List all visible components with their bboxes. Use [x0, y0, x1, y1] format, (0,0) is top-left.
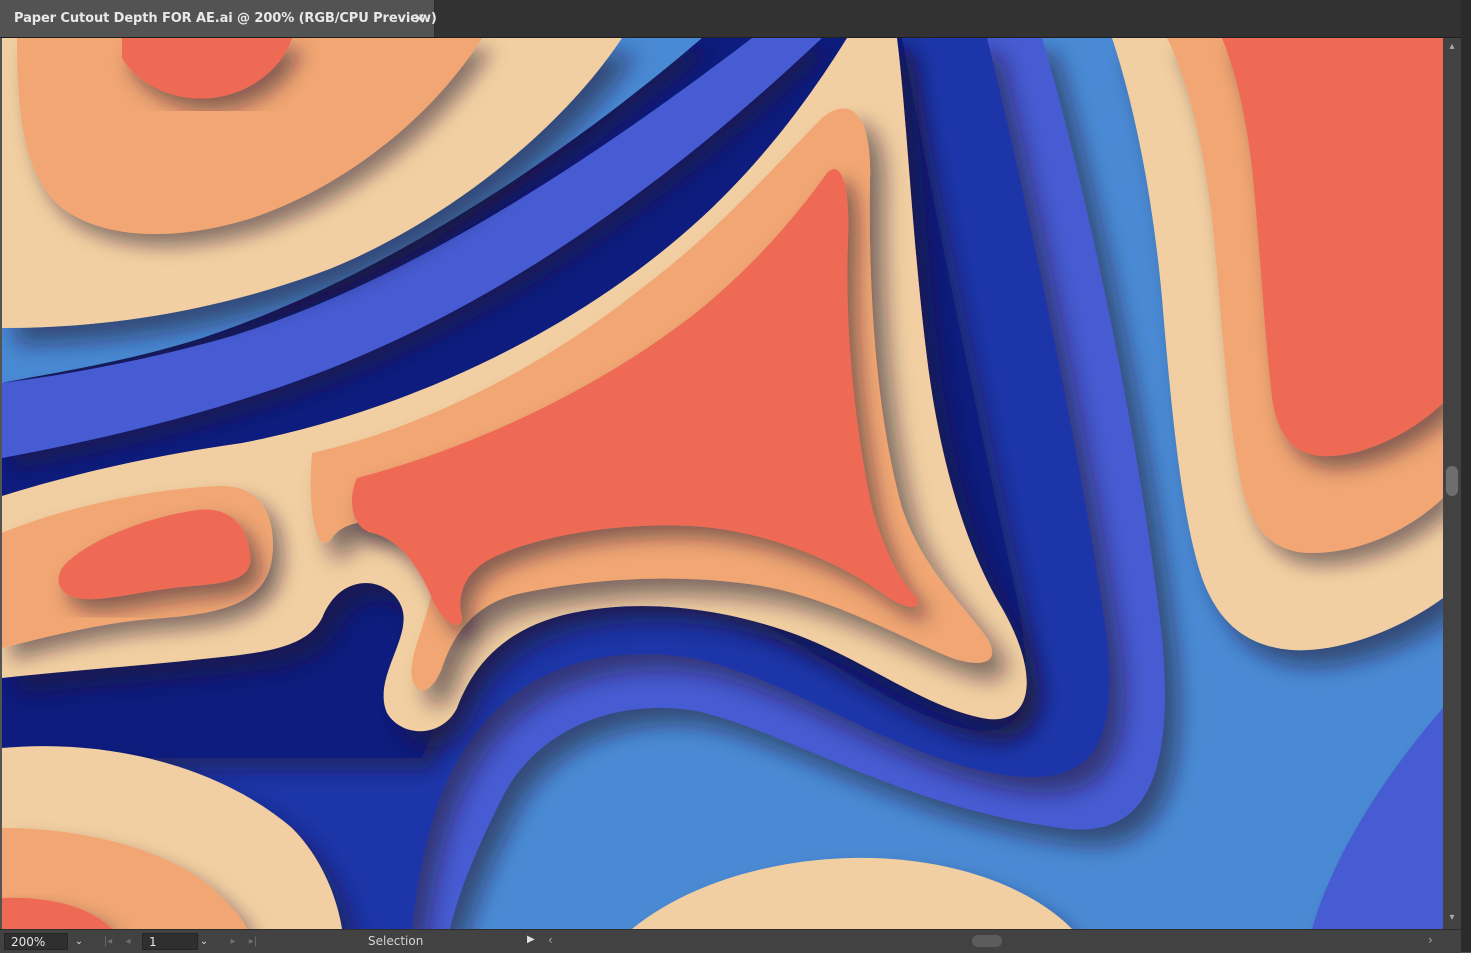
horizontal-scroll-thumb[interactable]: [972, 935, 1002, 947]
horizontal-scrollbar[interactable]: ‹ ›: [544, 931, 1443, 951]
next-page-icon[interactable]: ▸: [226, 934, 240, 950]
chevron-right-icon[interactable]: ›: [1428, 933, 1433, 947]
artboard-canvas[interactable]: [2, 38, 1443, 929]
chevron-down-icon[interactable]: ⌄: [196, 934, 212, 950]
close-icon[interactable]: ×: [413, 9, 426, 27]
first-page-icon[interactable]: |◂: [101, 934, 115, 950]
zoom-level-field[interactable]: 200%: [4, 933, 68, 950]
paper-cutout-artwork: [2, 38, 1443, 929]
chevron-down-icon[interactable]: ▾: [1446, 912, 1458, 924]
document-tab-bar: Paper Cutout Depth FOR AE.ai @ 200% (RGB…: [0, 0, 1471, 38]
chevron-up-icon[interactable]: ▴: [1446, 41, 1458, 53]
last-page-icon[interactable]: ▸|: [246, 934, 260, 950]
document-tab[interactable]: Paper Cutout Depth FOR AE.ai @ 200% (RGB…: [0, 0, 437, 37]
artboard-number-field[interactable]: 1: [142, 933, 198, 950]
play-icon[interactable]: ▶: [527, 934, 535, 945]
status-bar: 200% ⌄ |◂ ◂ 1 ⌄ ▸ ▸| Selection ▶ ‹ ›: [0, 929, 1461, 953]
document-tab-title: Paper Cutout Depth FOR AE.ai @ 200% (RGB…: [14, 11, 437, 26]
prev-page-icon[interactable]: ◂: [121, 934, 135, 950]
illustrator-document-window: Paper Cutout Depth FOR AE.ai @ 200% (RGB…: [0, 0, 1471, 953]
current-tool-label[interactable]: Selection: [368, 934, 423, 948]
chevron-down-icon[interactable]: ⌄: [71, 934, 87, 950]
chevron-left-icon[interactable]: ‹: [548, 933, 553, 947]
vertical-scroll-thumb[interactable]: [1446, 466, 1458, 496]
panel-gap: [1461, 0, 1471, 952]
vertical-scrollbar[interactable]: ▴ ▾: [1443, 38, 1461, 929]
